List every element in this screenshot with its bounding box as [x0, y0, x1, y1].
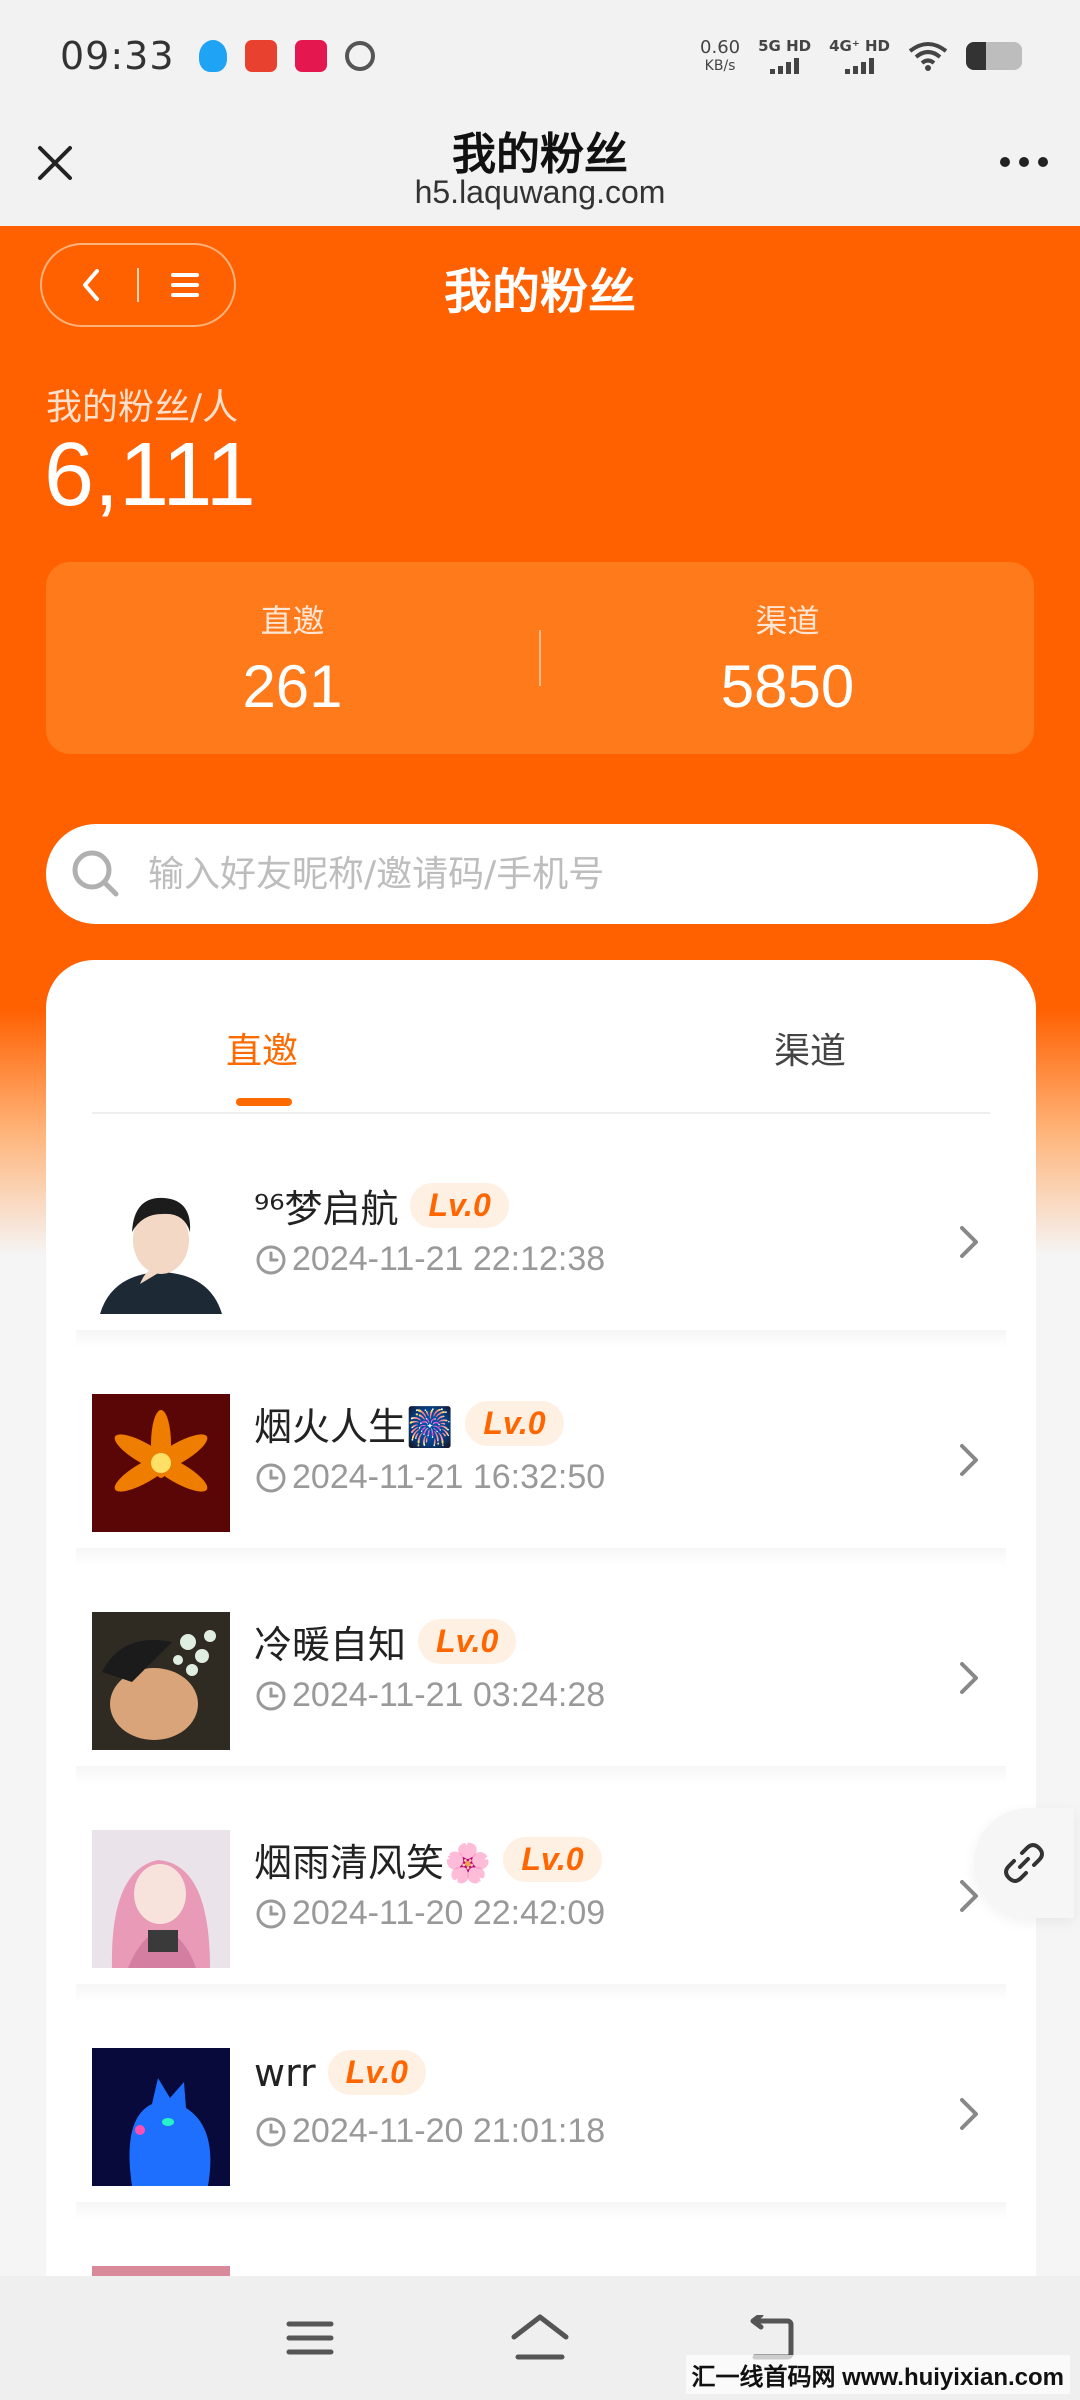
signal-bars-icon — [845, 57, 875, 74]
level-badge: Lv.0 — [465, 1401, 564, 1446]
chevron-right-icon — [960, 1444, 978, 1476]
fan-join-time: 2024-11-20 21:01:18 — [254, 2112, 605, 2151]
fan-list-item[interactable]: 烟雨清风笑🌸 Lv.0 2024-11-20 22:42:09 — [46, 1784, 1036, 2002]
fan-name-text: wrr — [254, 2050, 316, 2095]
network-speed-value: 0.60 — [700, 37, 741, 58]
gold-badge-icon — [244, 40, 277, 72]
home-icon — [511, 2314, 569, 2360]
fan-join-time: 2024-11-21 16:32:50 — [254, 1458, 605, 1497]
fan-name: wrr Lv.0 — [254, 2050, 426, 2095]
link-icon — [1004, 1843, 1044, 1883]
browser-url: h5.laquwang.com — [414, 174, 666, 210]
clock-icon — [256, 1899, 286, 1928]
fan-name: 冷暖自知 Lv.0 — [254, 1614, 517, 1669]
fan-list-item[interactable]: wrr Lv.0 2024-11-20 21:01:18 — [46, 2002, 1036, 2220]
fans-count-value: 6,111 — [44, 425, 256, 525]
signal-4g-label: 4G⁺ HD — [829, 36, 890, 55]
active-tab-indicator — [236, 1098, 292, 1106]
fan-join-time-text: 2024-11-20 22:42:09 — [292, 1894, 606, 1932]
stat-value: 5850 — [720, 652, 855, 720]
signal-bars-icon — [770, 57, 800, 74]
fan-join-time: 2024-11-21 03:24:28 — [254, 1676, 605, 1715]
status-time: 09:33 — [60, 34, 175, 78]
tab-channel[interactable]: 渠道 — [774, 1022, 846, 1074]
stat-value: 261 — [242, 652, 343, 720]
status-app-icons — [198, 40, 375, 72]
search-input[interactable] — [148, 853, 968, 895]
fan-name-text: 烟火人生🎆 — [254, 1405, 454, 1449]
tab-bar: 直邀 渠道 — [92, 960, 990, 1114]
tab-direct-invite[interactable]: 直邀 — [226, 1022, 298, 1074]
fan-name-text: 冷暖自知 — [254, 1623, 407, 1667]
link-app-icon — [344, 41, 375, 71]
level-badge: Lv.0 — [503, 1837, 602, 1882]
avatar — [92, 1394, 230, 1532]
avatar — [92, 1830, 230, 1968]
browser-title: 我的粉丝 — [452, 129, 628, 180]
page-title: 我的粉丝 — [443, 264, 636, 320]
fan-join-time-text: 2024-11-21 03:24:28 — [292, 1676, 606, 1714]
fans-list-card: 直邀 渠道 ⁹⁶梦启航 Lv.0 2024-11-21 22:12:38 烟火人… — [46, 960, 1036, 2280]
signal-5g: 5G HD — [758, 36, 812, 74]
level-badge: Lv.0 — [327, 2050, 426, 2095]
search-icon — [72, 850, 119, 897]
fan-name-text: 烟雨清风笑🌸 — [254, 1841, 492, 1885]
status-bar: 09:33 0.60 KB/s 5G HD 4G⁺ HD — [0, 0, 1080, 112]
fan-list-item[interactable]: ⁹⁶梦启航 Lv.0 2024-11-21 22:12:38 — [46, 1130, 1036, 1348]
network-speed: 0.60 KB/s — [700, 37, 741, 74]
fan-list-item[interactable]: 烟火人生🎆 Lv.0 2024-11-21 16:32:50 — [46, 1348, 1036, 1566]
fan-name: ⁹⁶梦启航 Lv.0 — [254, 1178, 509, 1233]
dot-icon — [1038, 157, 1048, 167]
clock-icon — [256, 2117, 286, 2146]
level-badge: Lv.0 — [418, 1619, 517, 1664]
stat-channel[interactable]: 渠道 5850 — [541, 596, 1034, 721]
fan-join-time-text: 2024-11-21 16:32:50 — [292, 1458, 606, 1496]
chevron-right-icon — [960, 1662, 978, 1694]
search-bar[interactable] — [46, 824, 1038, 924]
signal-5g-label: 5G HD — [758, 36, 812, 55]
avatar — [92, 2048, 230, 2186]
fan-list-item[interactable]: 冷暖自知 Lv.0 2024-11-21 03:24:28 — [46, 1566, 1036, 1784]
more-options-button[interactable] — [994, 142, 1054, 182]
nav-menu-button[interactable] — [279, 2310, 341, 2366]
copy-link-button[interactable] — [974, 1808, 1074, 1918]
clock-icon — [256, 1245, 286, 1274]
fan-name: 烟火人生🎆 Lv.0 — [254, 1396, 564, 1451]
chevron-right-icon — [960, 2098, 978, 2130]
dot-icon — [1019, 157, 1029, 167]
battery-icon — [966, 42, 1022, 70]
red-app-icon — [294, 40, 327, 72]
fans-count-label: 我的粉丝/人 — [46, 387, 239, 428]
battery-fill — [966, 42, 986, 70]
dot-icon — [1000, 157, 1010, 167]
fan-name: 烟雨清风笑🌸 Lv.0 — [254, 1832, 602, 1887]
level-badge: Lv.0 — [410, 1183, 509, 1228]
signal-4g: 4G⁺ HD — [829, 36, 890, 74]
avatar — [92, 1176, 230, 1314]
watermark: 汇一线首码网 www.huiyixian.com — [685, 2355, 1070, 2394]
fan-join-time: 2024-11-20 22:42:09 — [254, 1894, 605, 1933]
stats-card: 直邀 261 渠道 5850 — [46, 562, 1034, 754]
fan-name-text: ⁹⁶梦启航 — [254, 1187, 399, 1231]
qq-icon — [198, 40, 227, 72]
stat-direct-invite[interactable]: 直邀 261 — [46, 596, 539, 721]
clock-icon — [256, 1463, 286, 1492]
stat-label: 渠道 — [755, 601, 820, 640]
menu-icon — [286, 2321, 334, 2355]
chevron-right-icon — [960, 1226, 978, 1258]
nav-home-button[interactable] — [509, 2310, 571, 2366]
avatar — [92, 1612, 230, 1750]
clock-icon — [256, 1681, 286, 1710]
fan-join-time-text: 2024-11-20 21:01:18 — [292, 2112, 606, 2150]
browser-header: 我的粉丝 h5.laquwang.com — [0, 112, 1080, 226]
fan-join-time: 2024-11-21 22:12:38 — [254, 1240, 605, 1279]
fan-join-time-text: 2024-11-21 22:12:38 — [292, 1240, 606, 1278]
wifi-icon — [908, 42, 948, 71]
status-indicators: 0.60 KB/s 5G HD 4G⁺ HD — [700, 36, 1022, 74]
stat-label: 直邀 — [260, 601, 325, 640]
network-speed-unit: KB/s — [704, 58, 736, 74]
